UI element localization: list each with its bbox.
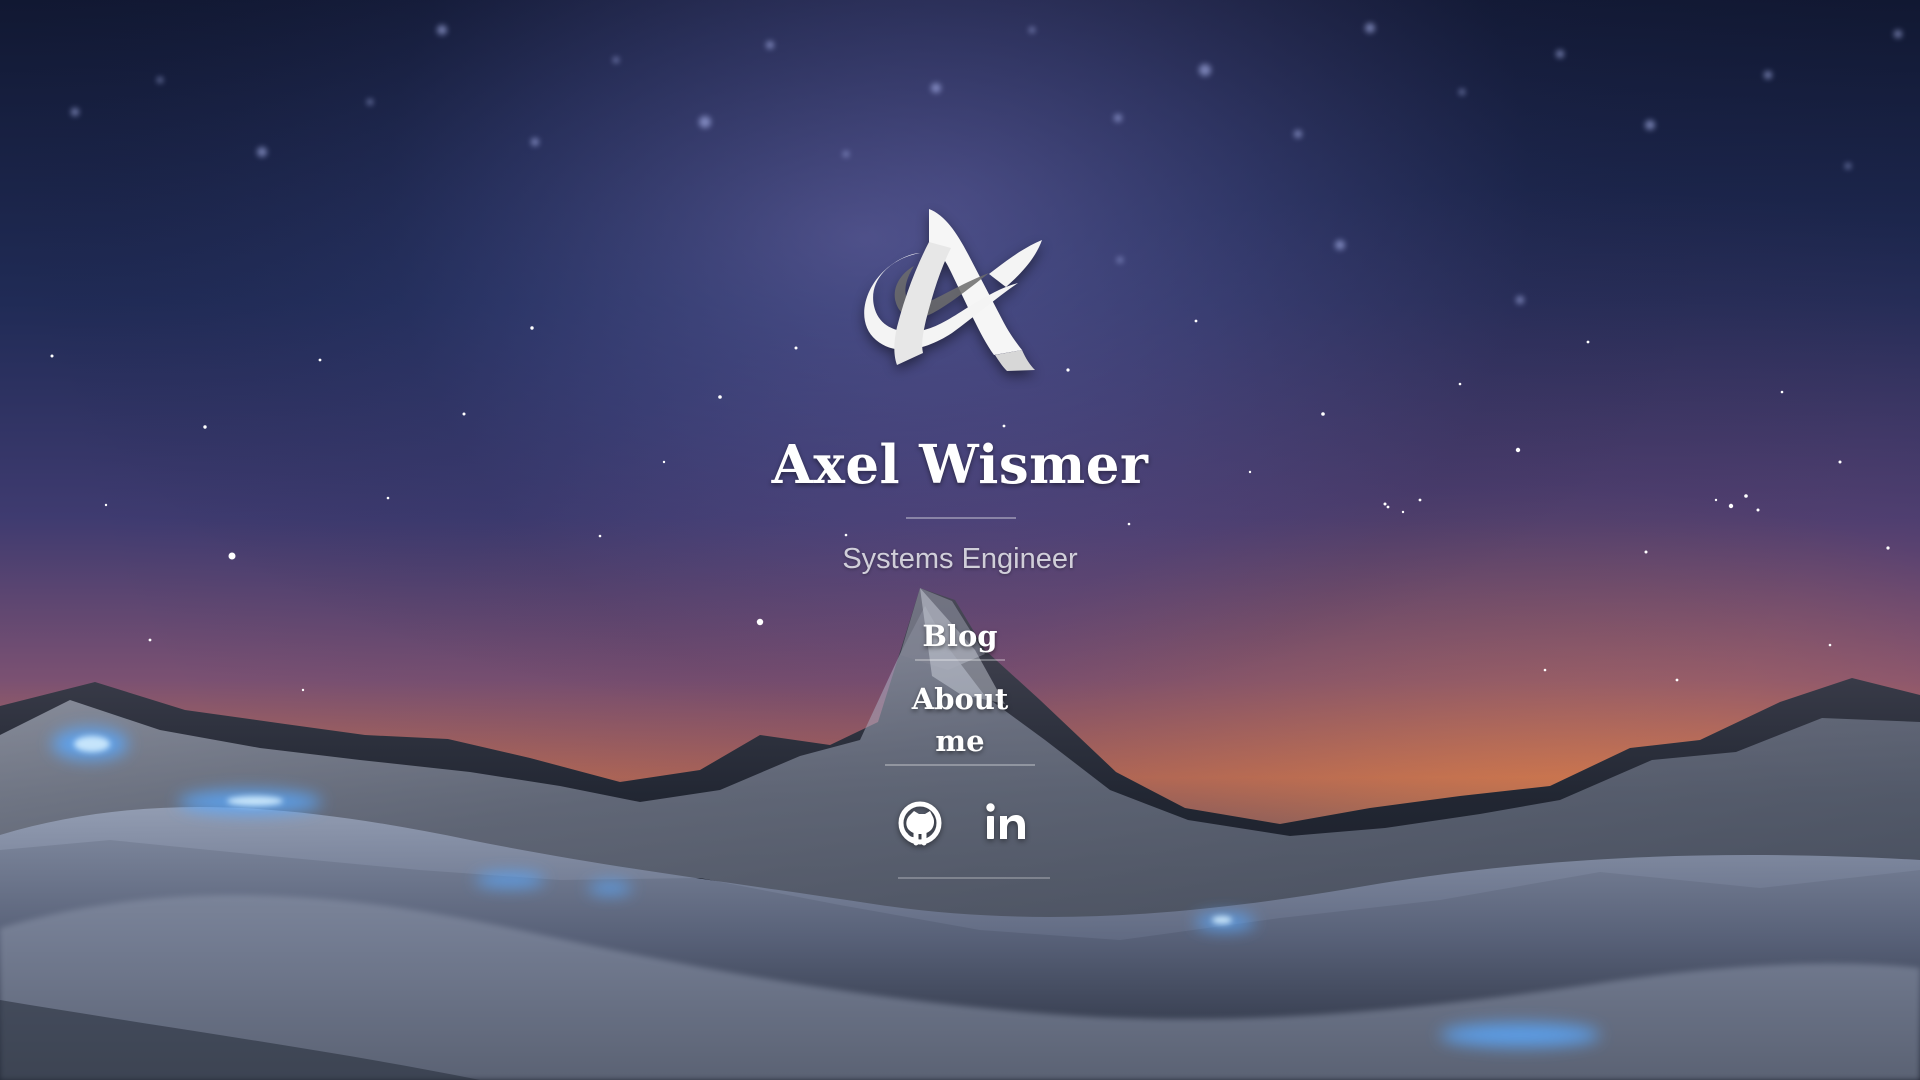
github-link[interactable] — [894, 797, 946, 849]
github-icon — [898, 801, 942, 846]
about-me-link[interactable]: About me — [885, 678, 1035, 766]
a-monogram-logo-icon — [864, 209, 1042, 371]
landing-page: Axel Wismer Systems Engineer Blog About … — [0, 0, 1920, 1080]
blog-link[interactable]: Blog — [915, 615, 1005, 661]
profile-role: Systems Engineer — [842, 543, 1078, 575]
profile-content: Axel Wismer Systems Engineer Blog About … — [0, 0, 1920, 1080]
brand-logo — [862, 205, 1058, 371]
linkedin-link[interactable] — [980, 797, 1032, 849]
linkedin-icon — [986, 803, 1025, 839]
social-divider — [898, 877, 1050, 879]
profile-name: Axel Wismer — [771, 434, 1149, 496]
title-divider — [906, 517, 1016, 519]
